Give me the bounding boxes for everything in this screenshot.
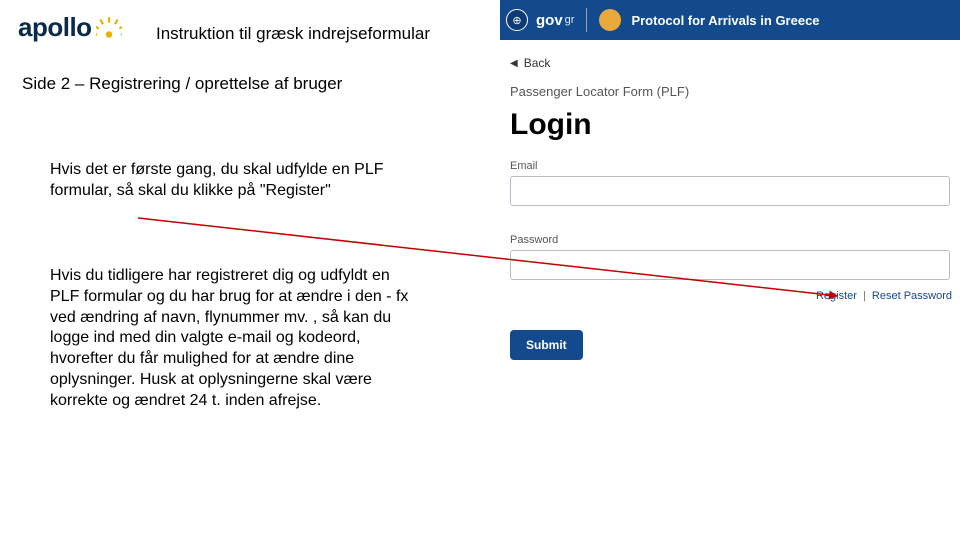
email-field[interactable] [510, 176, 950, 206]
gov-label: gov [536, 12, 563, 29]
apollo-wordmark: apollo [18, 12, 92, 43]
back-label: Back [524, 56, 551, 70]
banner-separator [586, 8, 587, 32]
password-field[interactable] [510, 250, 950, 280]
password-label: Password [510, 234, 558, 246]
register-link[interactable]: Register [816, 290, 857, 302]
reset-password-link[interactable]: Reset Password [872, 290, 952, 302]
form-title: Passenger Locator Form (PLF) [510, 84, 689, 99]
sun-icon [96, 15, 122, 41]
instruction-paragraph-2: Hvis du tidligere har registreret dig og… [50, 266, 410, 412]
instruction-panel: apollo Instruktion til græsk indrejsefor… [0, 0, 490, 540]
greece-emblem-icon: ⊕ [506, 9, 528, 31]
link-separator: | [863, 290, 866, 302]
login-heading: Login [510, 108, 592, 142]
gov-suffix: gr [565, 14, 575, 26]
email-label: Email [510, 160, 538, 172]
apollo-logo: apollo [18, 12, 122, 43]
auth-links: Register | Reset Password [816, 290, 952, 302]
chevron-left-icon: ◀ [510, 58, 518, 69]
civil-protection-icon [599, 9, 621, 31]
submit-button[interactable]: Submit [510, 330, 583, 360]
plf-screenshot: ⊕ gov gr Protocol for Arrivals in Greece… [500, 0, 960, 540]
instruction-paragraph-1: Hvis det er første gang, du skal udfylde… [50, 160, 410, 202]
gov-banner: ⊕ gov gr Protocol for Arrivals in Greece [500, 0, 960, 40]
banner-tagline: Protocol for Arrivals in Greece [631, 13, 819, 28]
back-link[interactable]: ◀ Back [510, 56, 550, 70]
instruction-title: Instruktion til græsk indrejseformular [156, 24, 430, 44]
page-title: Side 2 – Registrering / oprettelse af br… [22, 74, 342, 94]
